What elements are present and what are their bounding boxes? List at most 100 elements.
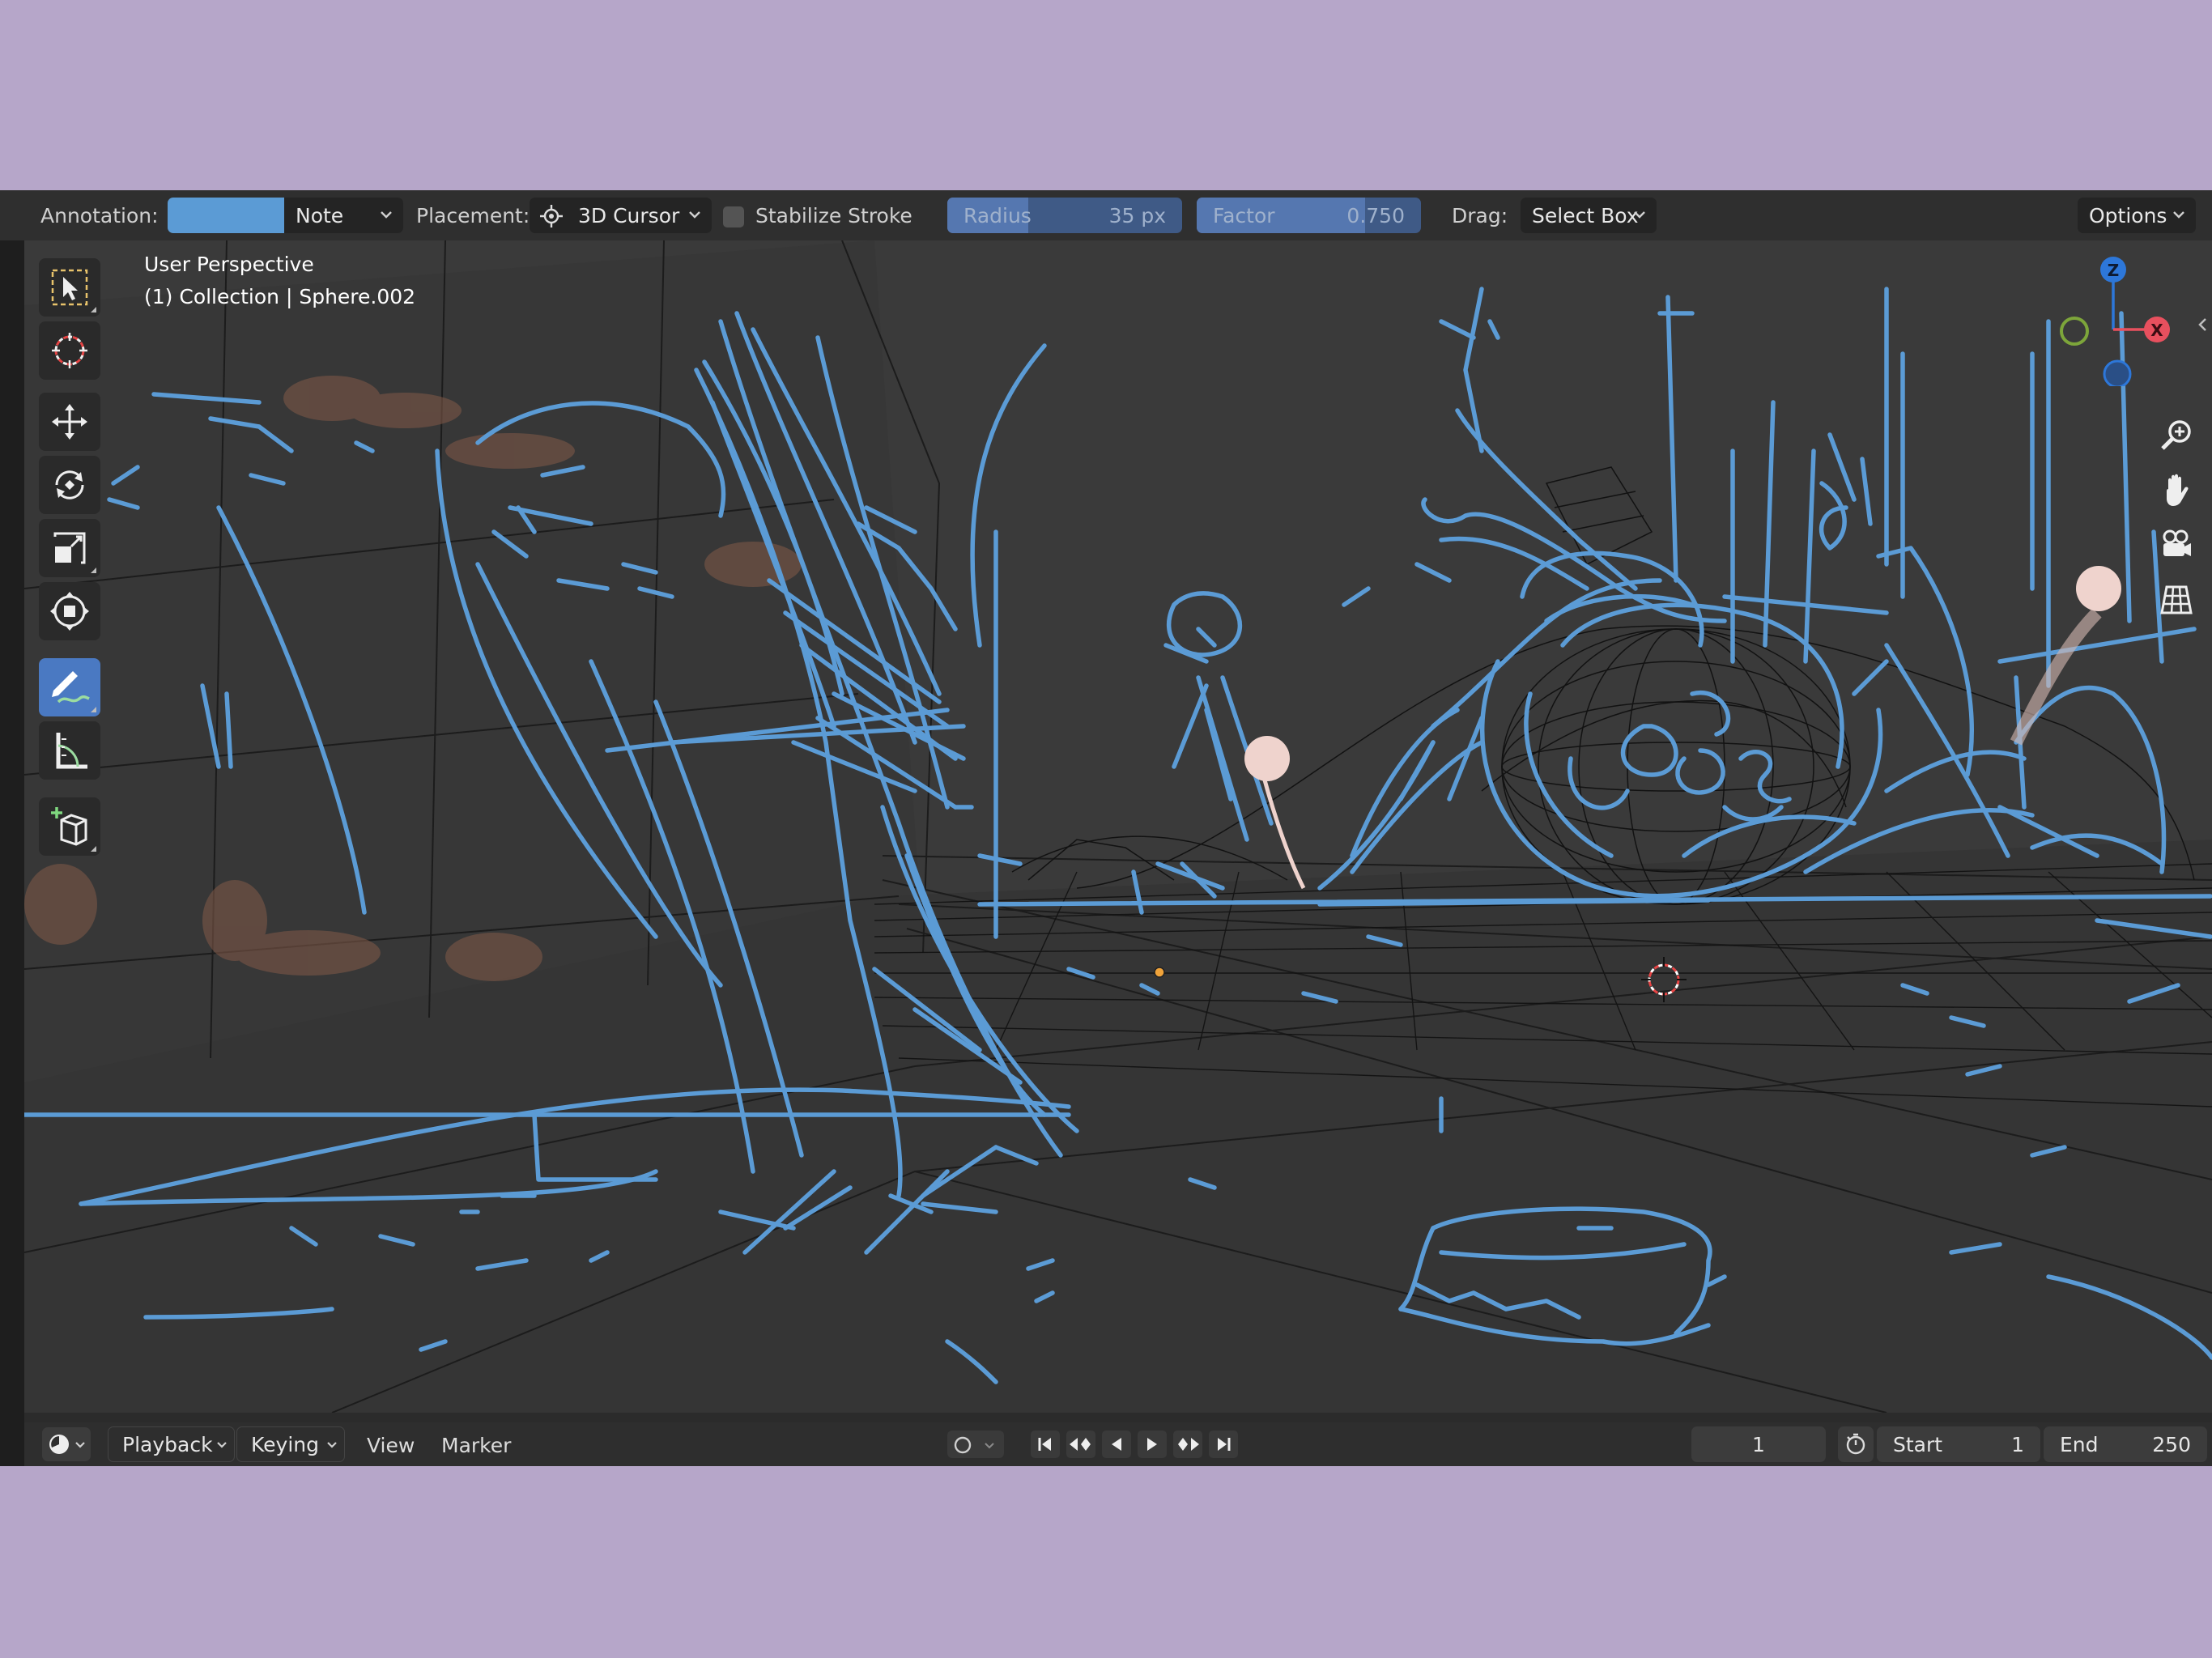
options-dropdown[interactable]: Options bbox=[2078, 198, 2196, 233]
keying-label: Keying bbox=[251, 1432, 319, 1456]
x-axis-label: X bbox=[2150, 321, 2163, 340]
move-tool[interactable] bbox=[39, 393, 100, 451]
factor-value: 0.750 bbox=[1346, 203, 1405, 227]
current-frame-value: 1 bbox=[1752, 1432, 1765, 1456]
jump-to-start-button[interactable] bbox=[1031, 1431, 1060, 1458]
object-origin-dot[interactable] bbox=[1154, 967, 1165, 978]
preview-range-toggle[interactable] bbox=[1838, 1426, 1874, 1462]
measure-tool[interactable] bbox=[39, 721, 100, 780]
annotation-layer-value: Note bbox=[296, 203, 344, 227]
end-value: 250 bbox=[2152, 1432, 2191, 1456]
timeline-header: Playback Keying View Marker 1 Start 1 En… bbox=[24, 1422, 2212, 1466]
move-icon bbox=[52, 404, 87, 440]
marker-menu[interactable]: Marker bbox=[441, 1434, 511, 1457]
tool-variants-indicator bbox=[91, 846, 96, 852]
clock-icon bbox=[49, 1435, 69, 1454]
cursor-target-icon bbox=[540, 205, 563, 227]
3d-viewport[interactable]: User Perspective (1) Collection | Sphere… bbox=[24, 240, 2212, 1413]
camera-view-button[interactable] bbox=[2154, 522, 2199, 568]
tool-settings-header: Annotation: Note Placement: 3D Cursor St… bbox=[0, 190, 2212, 241]
annotation-layer-dropdown[interactable]: Note bbox=[284, 198, 403, 233]
stopwatch-icon bbox=[1846, 1433, 1865, 1455]
start-frame-field[interactable]: Start 1 bbox=[1877, 1426, 2040, 1462]
chevron-down-icon bbox=[381, 211, 392, 219]
radius-slider[interactable]: Radius 35 px bbox=[947, 198, 1182, 233]
chevron-down-icon bbox=[1634, 211, 1645, 219]
keying-menu[interactable]: Keying bbox=[236, 1426, 345, 1462]
current-frame-field[interactable]: 1 bbox=[1691, 1426, 1826, 1462]
z-axis-label: Z bbox=[2108, 261, 2120, 280]
factor-slider[interactable]: Factor 0.750 bbox=[1197, 198, 1421, 233]
annotation-label: Annotation: bbox=[40, 204, 159, 227]
transform-tool[interactable] bbox=[39, 582, 100, 640]
placement-label: Placement: bbox=[416, 204, 530, 227]
y-axis-handle[interactable] bbox=[2060, 317, 2089, 346]
drag-dropdown[interactable]: Select Box bbox=[1521, 198, 1657, 233]
transform-icon bbox=[50, 592, 89, 631]
jump-next-keyframe-button[interactable] bbox=[1173, 1431, 1202, 1458]
annotation-color-swatch[interactable] bbox=[168, 198, 284, 233]
factor-label: Factor bbox=[1213, 203, 1275, 227]
drag-label: Drag: bbox=[1452, 204, 1508, 227]
start-label: Start bbox=[1893, 1432, 1943, 1456]
editor-border bbox=[0, 240, 24, 1466]
select-box-icon bbox=[51, 269, 88, 306]
blender-window: Annotation: Note Placement: 3D Cursor St… bbox=[0, 190, 2212, 1466]
radius-label: Radius bbox=[963, 203, 1032, 227]
placement-value: 3D Cursor bbox=[578, 203, 680, 227]
chevron-down-icon bbox=[327, 1442, 337, 1448]
measure-icon bbox=[56, 733, 87, 769]
view-perspective-label: User Perspective bbox=[144, 253, 314, 276]
scale-icon bbox=[53, 532, 86, 564]
cursor-tool[interactable] bbox=[39, 321, 100, 380]
zoom-icon bbox=[2161, 420, 2191, 450]
play-icon bbox=[1147, 1438, 1157, 1451]
end-frame-field[interactable]: End 250 bbox=[2044, 1426, 2207, 1462]
placement-dropdown[interactable]: 3D Cursor bbox=[530, 198, 712, 233]
radius-value: 35 px bbox=[1108, 203, 1166, 227]
editor-type-button[interactable] bbox=[42, 1427, 91, 1461]
start-value: 1 bbox=[2011, 1432, 2024, 1456]
rotate-tool[interactable] bbox=[39, 456, 100, 514]
record-circle-icon bbox=[954, 1436, 972, 1454]
neg-z-axis-handle[interactable] bbox=[2103, 359, 2132, 386]
chevron-down-icon bbox=[217, 1442, 227, 1448]
perspective-toggle-button[interactable] bbox=[2154, 577, 2199, 623]
scene-canvas[interactable] bbox=[24, 240, 2212, 1413]
options-label: Options bbox=[2089, 203, 2167, 227]
jump-to-end-button[interactable] bbox=[1209, 1431, 1238, 1458]
view-menu[interactable]: View bbox=[367, 1434, 415, 1457]
jump-prev-keyframe-button[interactable] bbox=[1066, 1431, 1095, 1458]
chevron-down-icon bbox=[985, 1443, 994, 1449]
playback-menu[interactable]: Playback bbox=[108, 1426, 235, 1462]
stabilize-stroke-checkbox[interactable] bbox=[723, 206, 744, 227]
zoom-button[interactable] bbox=[2154, 412, 2199, 457]
jump-start-icon bbox=[1038, 1438, 1051, 1451]
add-cube-icon bbox=[51, 807, 87, 846]
play-reverse-icon bbox=[1112, 1438, 1121, 1451]
stabilize-stroke-label: Stabilize Stroke bbox=[755, 204, 912, 227]
add-cube-tool[interactable] bbox=[39, 797, 100, 856]
chevron-down-icon bbox=[2173, 211, 2184, 219]
rotate-icon bbox=[55, 470, 84, 500]
orientation-gizmo[interactable]: Z X bbox=[2048, 249, 2178, 386]
select-box-tool[interactable] bbox=[39, 258, 100, 317]
end-label: End bbox=[2060, 1432, 2099, 1456]
play-button[interactable] bbox=[1138, 1431, 1167, 1458]
pan-button[interactable] bbox=[2154, 467, 2199, 512]
auto-keying-toggle[interactable] bbox=[947, 1431, 1004, 1458]
chevron-down-icon bbox=[75, 1442, 85, 1448]
jump-end-icon bbox=[1218, 1438, 1231, 1451]
drag-value: Select Box bbox=[1532, 203, 1639, 227]
next-keyframe-icon bbox=[1178, 1438, 1199, 1451]
play-reverse-button[interactable] bbox=[1102, 1431, 1131, 1458]
scale-tool[interactable] bbox=[39, 519, 100, 577]
cursor-icon bbox=[52, 333, 87, 368]
playback-label: Playback bbox=[122, 1432, 213, 1456]
annotate-tool[interactable] bbox=[39, 658, 100, 716]
tool-variants-indicator bbox=[91, 568, 96, 573]
collapse-sidebar-arrow-icon[interactable] bbox=[2196, 317, 2209, 333]
tool-variants-indicator bbox=[91, 307, 96, 312]
camera-icon bbox=[2163, 529, 2191, 556]
pan-hand-icon bbox=[2167, 474, 2189, 506]
